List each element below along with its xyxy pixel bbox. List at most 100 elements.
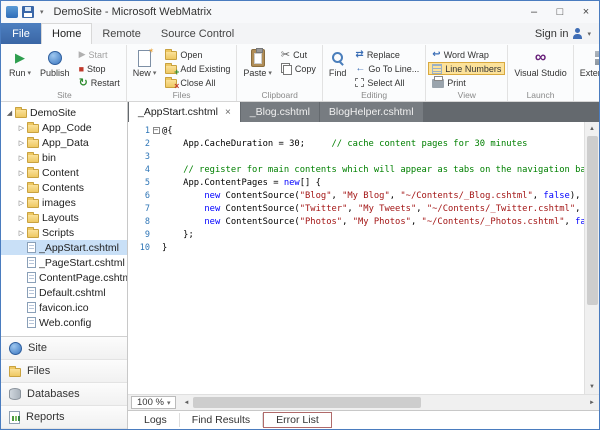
stop-button[interactable]: ■ Stop — [75, 62, 124, 75]
extensions-icon — [595, 51, 599, 65]
vertical-scroll-thumb[interactable] — [587, 136, 598, 305]
code-token: "My Photos" — [353, 217, 411, 227]
editor-tab-blog-cshtml[interactable]: _Blog.cshtml — [241, 102, 319, 122]
start-button[interactable]: ▶ Start — [75, 48, 124, 61]
close-button[interactable]: × — [573, 1, 599, 23]
panel-tab-logs[interactable]: Logs — [132, 413, 180, 427]
tab-remote[interactable]: Remote — [92, 23, 151, 44]
tree-item-pagestart-cshtml[interactable]: _PageStart.cshtml — [1, 255, 127, 270]
chevron-collapsed-icon[interactable]: ▷ — [16, 199, 27, 207]
horizontal-scrollbar[interactable]: ◄ ► — [179, 395, 599, 410]
cut-button[interactable]: ✂ Cut — [277, 48, 320, 61]
code-token: , — [390, 191, 401, 201]
files-icon — [9, 368, 21, 377]
chevron-collapsed-icon[interactable]: ▷ — [16, 229, 27, 237]
select-all-button[interactable]: Select All — [351, 76, 423, 89]
close-all-button[interactable]: Close All — [161, 76, 234, 89]
paste-button[interactable]: Paste▾ — [239, 45, 276, 90]
tree-item-default-cshtml[interactable]: Default.cshtml — [1, 285, 127, 300]
tree-item-scripts[interactable]: ▷Scripts — [1, 225, 127, 240]
find-button[interactable]: Find — [325, 45, 351, 90]
add-existing-button[interactable]: Add Existing — [161, 62, 234, 75]
scroll-down-icon[interactable]: ▼ — [585, 380, 599, 394]
zoom-control[interactable]: 100 % ▾ — [131, 396, 176, 409]
tab-home[interactable]: Home — [41, 23, 92, 44]
print-button[interactable]: Print — [428, 76, 505, 89]
tree-item-favicon-ico[interactable]: favicon.ico — [1, 300, 127, 315]
file-icon — [27, 302, 36, 313]
ribbon-group-launch: ∞ Visual Studio Launch — [508, 45, 573, 101]
vertical-scrollbar[interactable]: ▲ ▼ — [584, 122, 599, 394]
tree-item-label: favicon.ico — [39, 302, 89, 314]
code-fold-icon[interactable]: − — [153, 127, 160, 134]
code-token: "~/Contents/_Photos.cshtml" — [422, 217, 565, 227]
copy-button[interactable]: Copy — [277, 62, 320, 75]
visual-studio-button[interactable]: ∞ Visual Studio — [510, 45, 570, 90]
tree-item-appstart-cshtml[interactable]: _AppStart.cshtml — [1, 240, 127, 255]
tree-item-contents[interactable]: ▷Contents — [1, 180, 127, 195]
tree-item-images[interactable]: ▷images — [1, 195, 127, 210]
add-existing-icon — [165, 65, 177, 74]
code-token: "Twitter" — [300, 204, 348, 214]
tree-item-content[interactable]: ▷Content — [1, 165, 127, 180]
folder-icon — [27, 184, 39, 193]
workspace-files-button[interactable]: Files — [1, 360, 127, 383]
chevron-collapsed-icon[interactable]: ▷ — [16, 139, 27, 147]
close-tab-icon[interactable]: × — [225, 107, 231, 118]
new-button[interactable]: New▾ — [129, 45, 161, 90]
chevron-collapsed-icon[interactable]: ▷ — [16, 184, 27, 192]
line-number: 8 — [128, 217, 150, 227]
extensions-button[interactable]: Extensions — [576, 45, 599, 90]
open-button[interactable]: Open — [161, 48, 234, 61]
publish-button[interactable]: Publish — [36, 45, 74, 90]
line-number: 9 — [128, 230, 150, 240]
run-button[interactable]: ▶ Run▾ — [5, 45, 35, 90]
tree-item-label: Web.config — [39, 317, 91, 329]
tab-source-control[interactable]: Source Control — [151, 23, 244, 44]
tree-item-web-config[interactable]: Web.config — [1, 315, 127, 330]
replace-button[interactable]: ⇄ Replace — [351, 48, 423, 61]
save-icon[interactable] — [22, 6, 34, 18]
workspace-databases-button[interactable]: Databases — [1, 383, 127, 406]
code-editor[interactable]: 1−@{2 App.CacheDuration = 30; // cache c… — [128, 122, 584, 394]
chevron-collapsed-icon[interactable]: ▷ — [16, 154, 27, 162]
tree-item-layouts[interactable]: ▷Layouts — [1, 210, 127, 225]
scroll-left-icon[interactable]: ◄ — [179, 396, 193, 410]
editor-area: _AppStart.cshtml×_Blog.cshtmlBlogHelper.… — [128, 102, 599, 429]
tab-file[interactable]: File — [1, 23, 41, 44]
tree-item-contentpage-cshtml[interactable]: ContentPage.cshtml — [1, 270, 127, 285]
minimize-button[interactable]: – — [521, 1, 547, 23]
chevron-expanded-icon[interactable]: ◢ — [4, 109, 15, 117]
panel-tab-error-list[interactable]: Error List — [263, 412, 332, 428]
tree-item-app-data[interactable]: ▷App_Data — [1, 135, 127, 150]
tree-item-label: Default.cshtml — [39, 287, 106, 299]
open-label: Open — [180, 50, 202, 60]
code-line: 6 new ContentSource("Blog", "My Blog", "… — [128, 189, 584, 202]
editor-tab-appstart-cshtml[interactable]: _AppStart.cshtml× — [129, 102, 240, 122]
start-label: Start — [88, 50, 107, 60]
chevron-collapsed-icon[interactable]: ▷ — [16, 169, 27, 177]
sign-in-button[interactable]: Sign in ▾ — [535, 23, 599, 44]
workspace-reports-button[interactable]: Reports — [1, 406, 127, 429]
run-label: Run — [9, 68, 26, 78]
maximize-button[interactable]: □ — [547, 1, 573, 23]
word-wrap-button[interactable]: ↩ Word Wrap — [428, 48, 505, 61]
chevron-collapsed-icon[interactable]: ▷ — [16, 214, 27, 222]
horizontal-scroll-thumb[interactable] — [193, 397, 420, 408]
quick-access-dropdown-icon[interactable]: ▾ — [40, 8, 44, 16]
tree-item-demosite[interactable]: ◢DemoSite — [1, 105, 127, 120]
scroll-up-icon[interactable]: ▲ — [585, 122, 599, 136]
editor-tab-bloghelper-cshtml[interactable]: BlogHelper.cshtml — [320, 102, 423, 122]
restart-button[interactable]: ↻ Restart — [75, 76, 124, 89]
file-icon — [27, 317, 36, 328]
line-numbers-button[interactable]: Line Numbers — [428, 62, 505, 75]
code-token: App.CacheDuration = 30; — [162, 139, 305, 149]
chevron-collapsed-icon[interactable]: ▷ — [16, 124, 27, 132]
goto-line-button[interactable]: ← Go To Line... — [351, 62, 423, 75]
panel-tab-find-results[interactable]: Find Results — [180, 413, 263, 427]
scroll-right-icon[interactable]: ► — [585, 396, 599, 410]
tree-item-app-code[interactable]: ▷App_Code — [1, 120, 127, 135]
tree-item-bin[interactable]: ▷bin — [1, 150, 127, 165]
workspace-site-button[interactable]: Site — [1, 337, 127, 360]
horizontal-scroll-track[interactable] — [193, 395, 585, 410]
